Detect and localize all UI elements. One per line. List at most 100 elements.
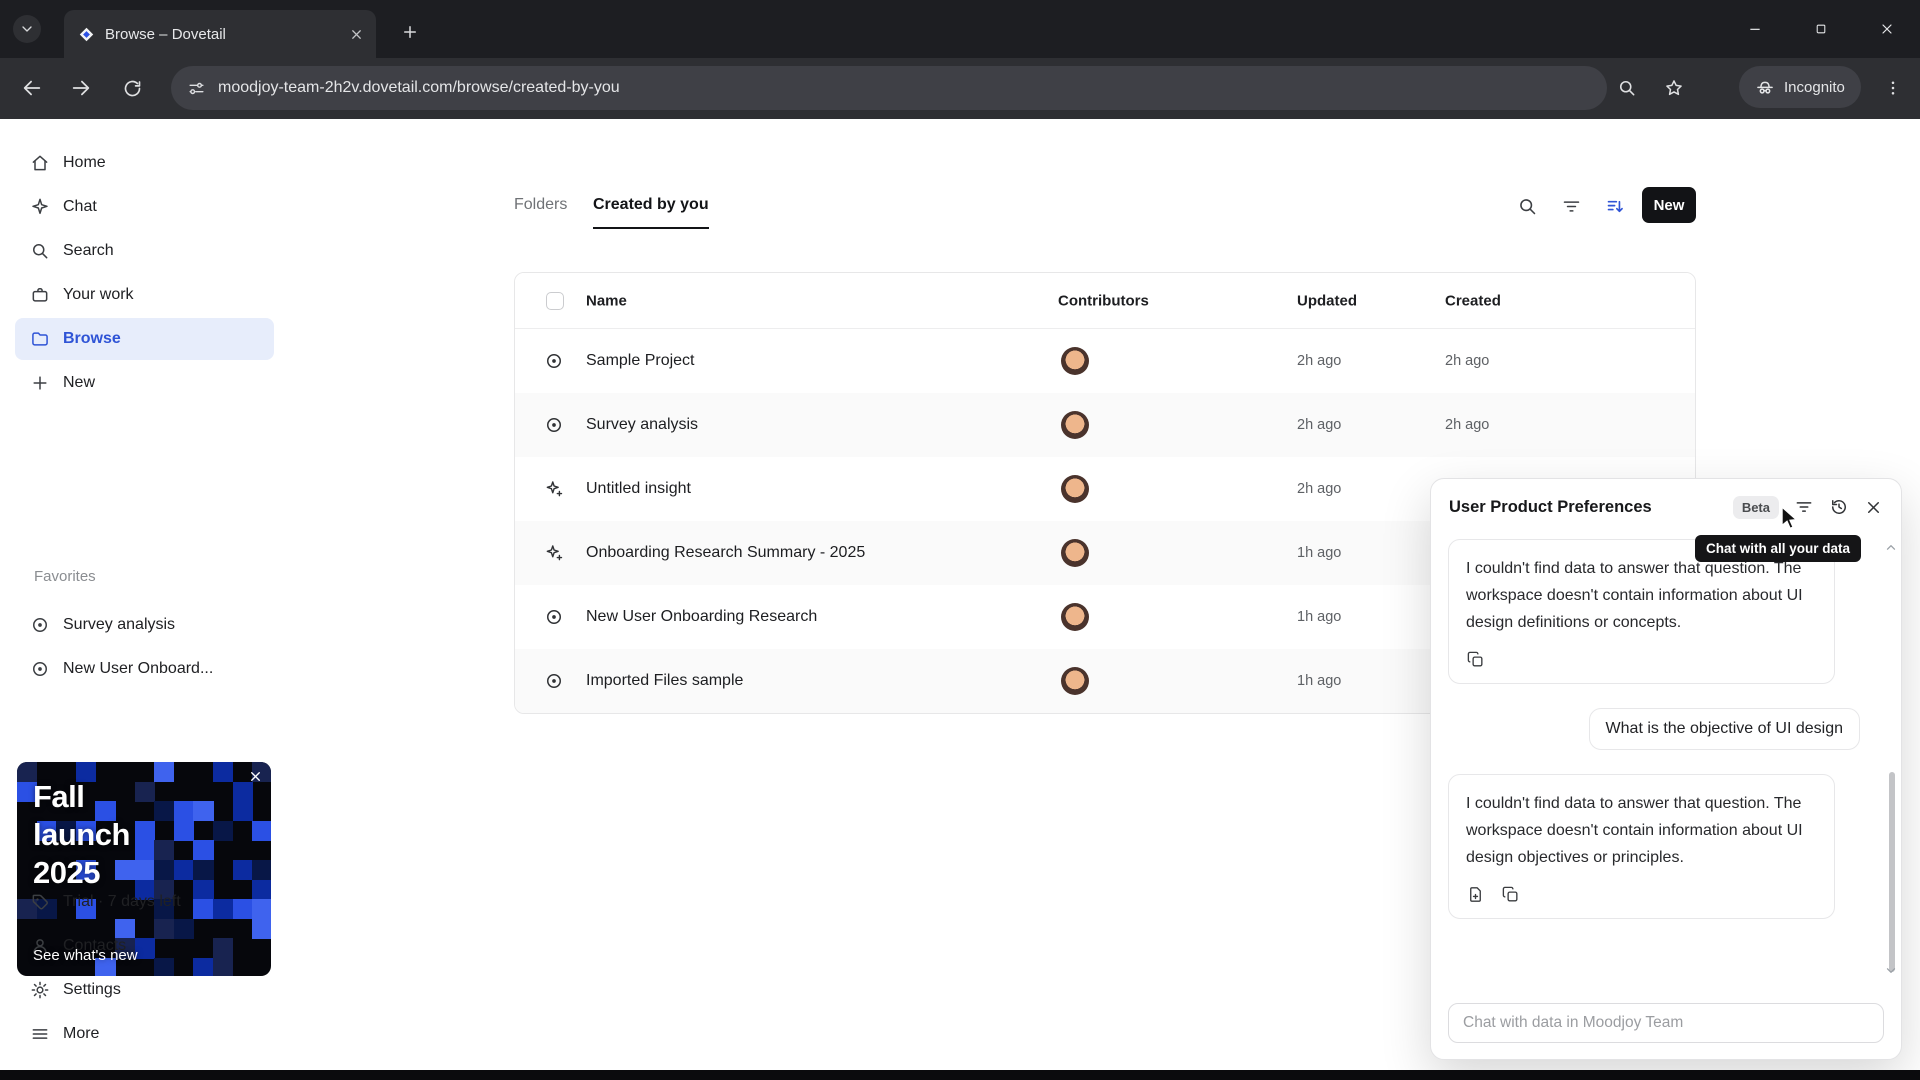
close-icon (1867, 501, 1880, 513)
beta-badge: Beta (1732, 495, 1779, 519)
target-icon (29, 614, 51, 636)
row-name: Untitled insight (586, 480, 691, 497)
maximize-icon (1816, 24, 1826, 34)
chat-history-button[interactable] (1829, 497, 1849, 517)
assistant-message: I couldn't find data to answer that ques… (1448, 774, 1835, 919)
promo-title: Fall launch 2025 (33, 779, 130, 890)
contributor-avatar (1061, 603, 1089, 631)
scroll-down-arrow[interactable] (1884, 963, 1898, 977)
forward-icon (72, 80, 90, 96)
row-name: New User Onboarding Research (586, 608, 818, 625)
column-header-name: Name (586, 292, 627, 309)
sidebar-item-settings[interactable]: Settings (15, 969, 274, 1011)
select-all-checkbox[interactable] (546, 291, 564, 310)
menu-icon (29, 1023, 51, 1045)
copy-icon[interactable] (1501, 885, 1520, 904)
gear-icon (29, 979, 51, 1001)
chat-input[interactable] (1448, 1003, 1884, 1043)
sidebar-item-label: Home (63, 154, 106, 171)
sparkle-icon (29, 196, 51, 218)
filter-button[interactable] (1553, 188, 1589, 224)
bookmark-button[interactable] (1654, 68, 1694, 108)
browser-window: Browse – Dovetail moodjoy-team-2h2v.dove… (0, 0, 1920, 1080)
chat-messages: I couldn't find data to answer that ques… (1431, 535, 1887, 997)
sort-icon (1607, 200, 1623, 212)
tab-search-button[interactable] (13, 15, 41, 43)
promo-close-icon[interactable] (248, 769, 263, 784)
favorite-item-new-user-onboarding[interactable]: New User Onboard... (15, 648, 274, 690)
minimize-button[interactable] (1722, 0, 1788, 58)
row-name: Survey analysis (586, 416, 699, 433)
sidebar-item-search[interactable]: Search (15, 230, 274, 272)
site-controls-icon (189, 82, 204, 94)
new-tab-button[interactable] (394, 16, 426, 48)
sidebar-item-chat[interactable]: Chat (15, 186, 274, 228)
filter-icon (1796, 502, 1812, 512)
table-search-button[interactable] (1509, 188, 1545, 224)
chat-panel-header: User Product Preferences Beta (1431, 479, 1901, 535)
table-row[interactable]: Sample Project 2h ago 2h ago (515, 329, 1695, 393)
minimize-icon (1750, 28, 1760, 30)
chat-filter-button[interactable] (1794, 497, 1814, 517)
incognito-icon (1757, 81, 1773, 94)
sidebar-item-label: Your work (63, 286, 134, 303)
table-row[interactable]: Survey analysis 2h ago 2h ago (515, 393, 1695, 457)
sort-button[interactable] (1597, 188, 1633, 224)
reload-button[interactable] (112, 68, 152, 108)
copy-icon[interactable] (1466, 650, 1485, 669)
favorite-item-survey-analysis[interactable]: Survey analysis (15, 604, 274, 646)
kebab-menu-icon (1891, 81, 1895, 95)
incognito-badge[interactable]: Incognito (1739, 66, 1861, 108)
insight-sparkle-icon (544, 543, 564, 563)
browser-tab[interactable]: Browse – Dovetail (64, 10, 376, 58)
sidebar-item-label: More (63, 1025, 100, 1042)
tab-close-icon[interactable] (349, 27, 364, 42)
favorites-heading: Favorites (34, 568, 96, 585)
chevron-down-icon (22, 26, 32, 32)
contributor-avatar (1061, 411, 1089, 439)
taskbar-strip (0, 1070, 1920, 1080)
briefcase-icon (29, 284, 51, 306)
sidebar-item-label: Chat (63, 198, 97, 215)
scrollbar-thumb[interactable] (1889, 772, 1895, 972)
row-updated: 1h ago (1297, 673, 1342, 689)
star-icon (1666, 80, 1682, 96)
plus-icon (404, 26, 416, 38)
sidebar: Home Chat Search Your work Browse New Fa… (0, 119, 292, 1070)
plus-icon (29, 372, 51, 394)
sidebar-item-browse[interactable]: Browse (15, 318, 274, 360)
sidebar-item-label: New (63, 374, 96, 391)
sidebar-item-more[interactable]: More (15, 1013, 274, 1055)
sidebar-item-new[interactable]: New (15, 362, 274, 404)
row-updated: 1h ago (1297, 609, 1342, 625)
sidebar-item-label: Trial · 7 days left (63, 893, 181, 910)
search-icon (29, 240, 51, 262)
chat-close-button[interactable] (1864, 498, 1883, 517)
browser-titlebar: Browse – Dovetail (0, 0, 1920, 58)
contributor-avatar (1061, 475, 1089, 503)
browser-menu-button[interactable] (1873, 68, 1913, 108)
close-window-button[interactable] (1854, 0, 1920, 58)
sidebar-item-label: Search (63, 242, 114, 259)
save-insight-icon[interactable] (1466, 885, 1485, 904)
back-button[interactable] (12, 68, 52, 108)
tab-created-by-you[interactable]: Created by you (593, 196, 709, 229)
new-item-button[interactable]: New (1642, 187, 1696, 223)
tab-folders[interactable]: Folders (514, 196, 567, 214)
insight-sparkle-icon (544, 479, 564, 499)
contributor-avatar (1061, 539, 1089, 567)
sidebar-item-your-work[interactable]: Your work (15, 274, 274, 316)
tag-icon (29, 891, 51, 913)
favorite-item-label: New User Onboard... (63, 660, 214, 677)
home-icon (29, 152, 51, 174)
promo-link[interactable]: See what's new (33, 947, 138, 964)
address-bar[interactable]: moodjoy-team-2h2v.dovetail.com/browse/cr… (171, 66, 1607, 110)
forward-button[interactable] (61, 68, 101, 108)
project-target-icon (544, 351, 564, 371)
project-target-icon (544, 671, 564, 691)
row-name: Imported Files sample (586, 672, 744, 689)
sidebar-item-home[interactable]: Home (15, 142, 274, 184)
scroll-up-arrow[interactable] (1884, 541, 1898, 555)
zoom-button[interactable] (1607, 68, 1647, 108)
maximize-button[interactable] (1788, 0, 1854, 58)
